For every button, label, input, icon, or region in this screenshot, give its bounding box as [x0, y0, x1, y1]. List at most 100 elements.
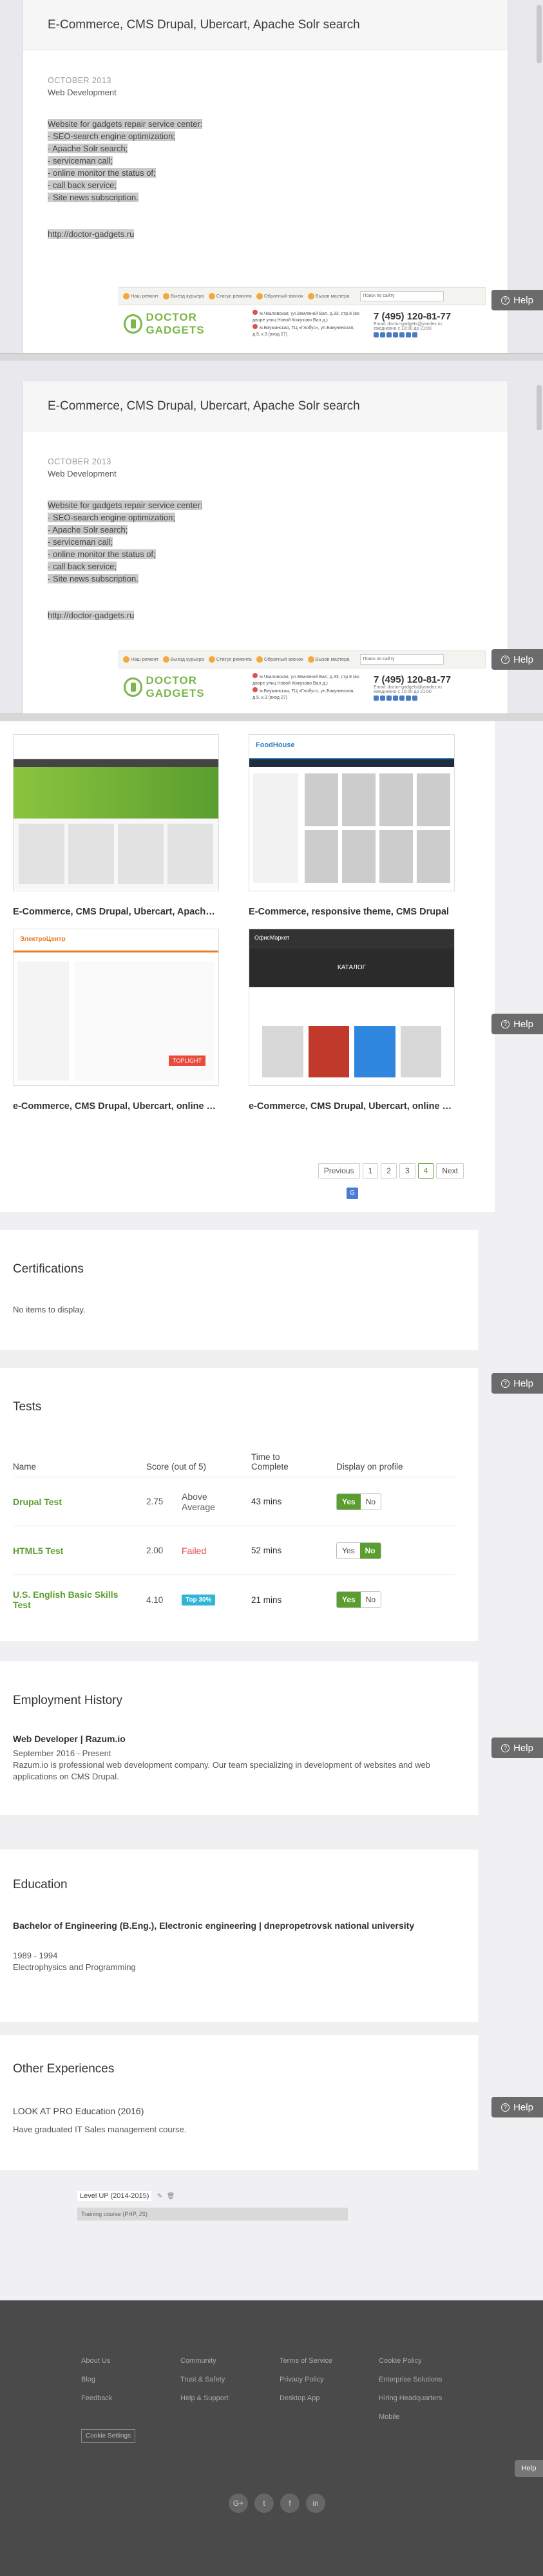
- portfolio-item-title[interactable]: E-Commerce, responsive theme, CMS Drupal: [249, 907, 455, 917]
- facebook-icon[interactable]: f: [280, 2494, 300, 2513]
- twitter-icon[interactable]: t: [254, 2494, 274, 2513]
- footer-link[interactable]: Desktop App: [280, 2389, 332, 2408]
- section-title: Certifications: [13, 1262, 84, 1276]
- project-date: OCTOBER 2013: [48, 76, 111, 85]
- pager-page-3[interactable]: 3: [399, 1163, 415, 1179]
- education-section: Education Bachelor of Engineering (B.Eng…: [0, 1850, 479, 2022]
- help-icon: ?: [501, 1743, 510, 1752]
- footer-link[interactable]: Blog: [81, 2371, 112, 2389]
- cookie-settings-button[interactable]: Cookie Settings: [81, 2429, 136, 2443]
- help-icon: ?: [501, 296, 510, 305]
- portfolio-item-title[interactable]: E-Commerce, CMS Drupal, Ubercart, Apache…: [13, 907, 219, 917]
- test-name-link[interactable]: HTML5 Test: [13, 1546, 63, 1556]
- footer-link[interactable]: Cookie Policy: [379, 2352, 442, 2371]
- footer-link[interactable]: Terms of Service: [280, 2352, 332, 2371]
- help-icon: ?: [501, 1379, 510, 1388]
- tests-section: Tests Name Score (out of 5) Time to Comp…: [0, 1368, 479, 1641]
- table-row: HTML5 Test 2.00 Failed 52 mins Yes No: [13, 1526, 455, 1575]
- project-description: Website for gadgets repair service cente…: [48, 119, 203, 202]
- edit-icon[interactable]: ✎: [157, 2193, 162, 2200]
- help-button[interactable]: ? Help: [491, 1373, 543, 1394]
- footer-link[interactable]: Hiring Headquarters: [379, 2389, 442, 2408]
- portfolio-thumbnail[interactable]: ЭлектроЦентр TOPLIGHT: [13, 929, 219, 1086]
- doctor-gadgets-logo: DOCTOR GADGETS: [124, 674, 252, 700]
- project-preview-image: Наш ремонт Выезд курьера Статус ремонта …: [119, 287, 486, 343]
- section-title: Tests: [13, 1400, 42, 1414]
- project-modal-card: E-Commerce, CMS Drupal, Ubercart, Apache…: [23, 381, 508, 714]
- display-toggle[interactable]: Yes No: [336, 1542, 381, 1559]
- test-name-link[interactable]: Drupal Test: [13, 1497, 62, 1507]
- pager-next[interactable]: Next: [436, 1163, 464, 1179]
- footer-link[interactable]: Feedback: [81, 2389, 112, 2408]
- help-icon: ?: [501, 655, 510, 664]
- experience-text: Have graduated IT Sales management cours…: [13, 2125, 187, 2134]
- job-period: September 2016 - Present: [13, 1748, 111, 1758]
- modal-scrollbar[interactable]: [537, 5, 542, 63]
- footer: About Us Blog Feedback Community Trust &…: [0, 2300, 543, 2576]
- footer-link[interactable]: Privacy Policy: [280, 2371, 332, 2389]
- portfolio-section: E-Commerce, CMS Drupal, Ubercart, Apache…: [0, 721, 495, 1212]
- display-toggle[interactable]: Yes No: [336, 1493, 382, 1510]
- help-button[interactable]: ? Help: [491, 1738, 543, 1758]
- portfolio-item-title[interactable]: e-Commerce, CMS Drupal, Ubercart, online…: [13, 1101, 219, 1112]
- footer-link[interactable]: Help & Support: [180, 2389, 229, 2408]
- footer-link[interactable]: Community: [180, 2352, 229, 2371]
- table-row: U.S. English Basic Skills Test 4.10 Top 3…: [13, 1575, 455, 1624]
- display-toggle[interactable]: Yes No: [336, 1591, 382, 1608]
- footer-link[interactable]: Mobile: [379, 2408, 442, 2427]
- pager-page-1[interactable]: 1: [362, 1163, 379, 1179]
- pager-page-4[interactable]: 4: [417, 1163, 434, 1179]
- tests-table: Name Score (out of 5) Time to Complete D…: [13, 1440, 455, 1624]
- test-name-link[interactable]: U.S. English Basic Skills Test: [13, 1589, 118, 1610]
- portfolio-thumbnail[interactable]: FoodHouse: [249, 734, 455, 891]
- help-button[interactable]: ? Help: [491, 290, 543, 310]
- certifications-section: Certifications No items to display.: [0, 1230, 479, 1350]
- experience-title: LOOK AT PRO Education (2016): [13, 2106, 144, 2116]
- project-date: OCTOBER 2013: [48, 457, 111, 466]
- pager-page-2[interactable]: 2: [381, 1163, 397, 1179]
- portfolio-item[interactable]: ЭлектроЦентр TOPLIGHT e-Commerce, CMS Dr…: [13, 929, 219, 1112]
- footer-link[interactable]: Enterprise Solutions: [379, 2371, 442, 2389]
- help-button[interactable]: Help: [515, 2460, 543, 2477]
- education-field: Electrophysics and Programming: [13, 1962, 136, 1972]
- footer-link[interactable]: About Us: [81, 2352, 112, 2371]
- pager-previous[interactable]: Previous: [318, 1163, 360, 1179]
- google-plus-icon[interactable]: G+: [229, 2494, 248, 2513]
- project-url[interactable]: http://doctor-gadgets.ru: [48, 229, 483, 239]
- portfolio-thumbnail[interactable]: [13, 734, 219, 891]
- help-button[interactable]: ? Help: [491, 649, 543, 670]
- level-up-title: Level UP (2014-2015): [77, 2191, 152, 2201]
- delete-icon[interactable]: 🗑: [167, 2193, 175, 2200]
- degree-title: Bachelor of Engineering (B.Eng.), Electr…: [13, 1920, 415, 1931]
- table-row: Drupal Test 2.75 Above Average 43 mins Ye…: [13, 1477, 455, 1526]
- horizontal-scrollbar[interactable]: [0, 714, 543, 721]
- doctor-gadgets-logo: DOCTOR GADGETS: [124, 311, 252, 337]
- portfolio-thumbnail[interactable]: ОфисМаркет КАТАЛОГ: [249, 929, 455, 1086]
- job-title: Web Developer | Razum.io: [13, 1734, 126, 1744]
- project-modal-2: E-Commerce, CMS Drupal, Ubercart, Apache…: [0, 362, 543, 721]
- project-url[interactable]: http://doctor-gadgets.ru: [48, 611, 483, 620]
- modal-title: E-Commerce, CMS Drupal, Ubercart, Apache…: [48, 399, 360, 413]
- portfolio-item[interactable]: ОфисМаркет КАТАЛОГ e-Commerce, CMS Drupa…: [249, 929, 455, 1112]
- section-title: Education: [13, 1878, 68, 1891]
- portfolio-item-title[interactable]: e-Commerce, CMS Drupal, Ubercart, online…: [249, 1101, 455, 1112]
- modal-scrollbar[interactable]: [537, 385, 542, 430]
- social-links: G+ t f in: [229, 2494, 325, 2513]
- section-title: Other Experiences: [13, 2062, 115, 2076]
- portfolio-item[interactable]: E-Commerce, CMS Drupal, Ubercart, Apache…: [13, 734, 219, 917]
- help-button[interactable]: ? Help: [491, 1014, 543, 1034]
- portfolio-item[interactable]: FoodHouse E-Commerce, responsive theme, …: [249, 734, 455, 917]
- table-header: Name Score (out of 5) Time to Complete D…: [13, 1440, 455, 1477]
- help-button[interactable]: ? Help: [491, 2097, 543, 2117]
- empty-message: No items to display.: [13, 1305, 86, 1314]
- translate-icon[interactable]: G: [347, 1188, 358, 1199]
- modal-header: E-Commerce, CMS Drupal, Ubercart, Apache…: [23, 0, 508, 50]
- help-icon: ?: [501, 2103, 510, 2112]
- linkedin-icon[interactable]: in: [306, 2494, 325, 2513]
- top-badge: Top 30%: [182, 1594, 216, 1605]
- project-description: Website for gadgets repair service cente…: [48, 500, 203, 583]
- horizontal-scrollbar[interactable]: [0, 353, 543, 361]
- project-modal-card: E-Commerce, CMS Drupal, Ubercart, Apache…: [23, 0, 508, 353]
- footer-link[interactable]: Trust & Safety: [180, 2371, 229, 2389]
- project-category: Web Development: [48, 88, 117, 97]
